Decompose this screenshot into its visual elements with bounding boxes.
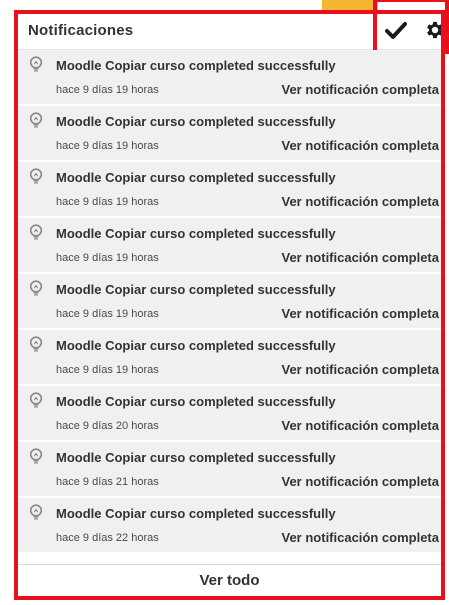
highlight-frame xyxy=(14,10,445,600)
